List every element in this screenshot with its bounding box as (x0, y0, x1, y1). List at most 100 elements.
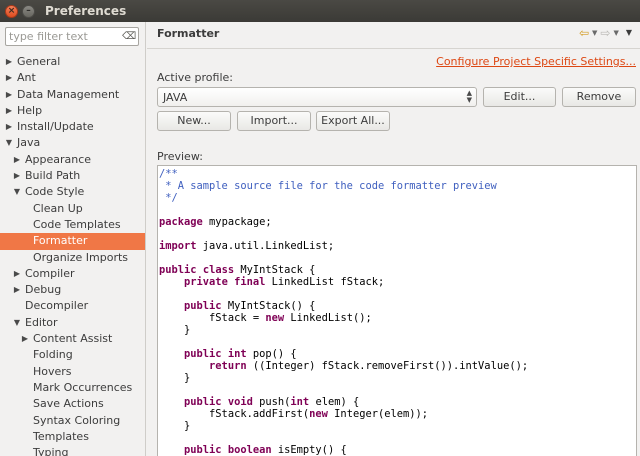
tree-item-java[interactable]: ▼ Java (0, 135, 145, 151)
tree-item-help[interactable]: ▶ Help (0, 103, 145, 119)
collapsed-arrow-icon[interactable]: ▶ (13, 282, 21, 298)
preferences-tree: ▶ General ▶ Ant ▶ Data Management ▶ Help ▶ Instal… (0, 54, 145, 456)
tree-item-label: Appearance (25, 152, 92, 166)
tree-item-content-assist[interactable]: ▶ Content Assist (0, 331, 145, 347)
remove-profile-button[interactable]: Remove (562, 87, 636, 107)
tree-item-code-templates[interactable]: Code Templates (0, 217, 145, 233)
tree-item-data-management[interactable]: ▶ Data Management (0, 87, 145, 103)
expanded-arrow-icon[interactable]: ▼ (5, 135, 13, 151)
filter-input[interactable] (9, 29, 121, 44)
view-menu-icon[interactable]: ▼ (626, 27, 632, 39)
tree-item-general[interactable]: ▶ General (0, 54, 145, 70)
code-token: private (184, 276, 228, 288)
tree-item-hovers[interactable]: Hovers (0, 364, 145, 380)
collapsed-arrow-icon[interactable]: ▶ (5, 119, 13, 135)
code-token: ((Integer) fStack.removeFirst()).intValu… (246, 360, 529, 372)
code-token: * A sample source file for the code form… (159, 180, 497, 192)
close-window-button[interactable]: × (5, 4, 18, 18)
tree-item-label: Content Assist (33, 332, 113, 346)
minimize-window-button[interactable]: – (22, 4, 35, 18)
code-preview-text: /** * A sample source file for the code … (159, 168, 528, 456)
code-token: /** (159, 168, 178, 180)
tree-item-build-path[interactable]: ▶ Build Path (0, 168, 145, 184)
collapsed-arrow-icon[interactable]: ▶ (21, 331, 29, 347)
collapsed-arrow-icon[interactable]: ▶ (5, 70, 13, 86)
back-arrow-icon[interactable]: ⇦ (579, 27, 589, 39)
code-token: class (202, 264, 235, 276)
code-line: return ((Integer) fStack.removeFirst()).… (159, 360, 528, 372)
tree-item-clean-up[interactable]: Clean Up (0, 201, 145, 217)
code-token: } (159, 372, 191, 384)
active-profile-select[interactable]: JAVA ▲ ▼ (157, 87, 477, 107)
tree-item-decompiler[interactable]: Decompiler (0, 298, 145, 314)
collapsed-arrow-icon[interactable]: ▶ (13, 168, 21, 184)
tree-item-debug[interactable]: ▶ Debug (0, 282, 145, 298)
tree-item-label: Ant (17, 71, 36, 85)
configure-project-settings-link[interactable]: Configure Project Specific Settings... (436, 55, 636, 68)
window-title: Preferences (45, 4, 127, 18)
code-token: new (265, 312, 285, 324)
expanded-arrow-icon[interactable]: ▼ (13, 184, 21, 200)
collapsed-arrow-icon[interactable]: ▶ (5, 54, 13, 70)
code-line: } (159, 372, 528, 384)
code-preview[interactable]: /** * A sample source file for the code … (157, 165, 637, 456)
import-profile-button[interactable]: Import... (237, 111, 311, 131)
tree-item-formatter[interactable]: Formatter (0, 233, 145, 250)
tree-item-label: Code Style (25, 185, 85, 199)
export-all-button[interactable]: Export All... (316, 111, 390, 131)
code-token: final (234, 276, 266, 288)
active-profile-value: JAVA (163, 91, 188, 104)
code-token: } (159, 324, 191, 336)
tree-item-label: Build Path (25, 169, 81, 183)
tree-item-label: Debug (25, 283, 62, 297)
collapsed-arrow-icon[interactable]: ▶ (13, 266, 21, 282)
select-arrows-icon: ▲ ▼ (466, 89, 472, 104)
tree-item-syntax-coloring[interactable]: Syntax Coloring (0, 413, 145, 429)
new-profile-button[interactable]: New... (157, 111, 231, 131)
tree-item-typing[interactable]: Typing (0, 445, 145, 456)
tree-item-label: Templates (33, 429, 89, 443)
back-history-dropdown-icon[interactable]: ▼ (592, 27, 597, 39)
tree-item-editor[interactable]: ▼ Editor (0, 315, 145, 331)
tree-item-label: Help (17, 103, 43, 117)
code-token: MyIntStack() { (221, 300, 316, 312)
tree-item-save-actions[interactable]: Save Actions (0, 396, 145, 412)
tree-item-templates[interactable]: Templates (0, 429, 145, 445)
tree-item-organize-imports[interactable]: Organize Imports (0, 250, 145, 266)
expanded-arrow-icon[interactable]: ▼ (13, 315, 21, 331)
collapsed-arrow-icon[interactable]: ▶ (13, 152, 21, 168)
code-token: */ (159, 192, 178, 204)
code-token: public (184, 300, 222, 312)
tree-item-label: Code Templates (33, 217, 121, 231)
tree-item-label: Save Actions (33, 397, 104, 411)
code-line: public boolean isEmpty() { (159, 444, 528, 456)
code-token: Integer(elem)); (327, 408, 429, 420)
forward-arrow-icon[interactable]: ⇨ (600, 27, 610, 39)
tree-item-code-style[interactable]: ▼ Code Style (0, 184, 145, 200)
tree-item-install-update[interactable]: ▶ Install/Update (0, 119, 145, 135)
tree-item-label: Install/Update (17, 120, 94, 134)
collapsed-arrow-icon[interactable]: ▶ (5, 103, 13, 119)
code-token: import (159, 240, 197, 252)
tree-item-label: Folding (33, 348, 73, 362)
clear-filter-icon[interactable]: ⌫ (122, 31, 136, 42)
tree-item-appearance[interactable]: ▶ Appearance (0, 152, 145, 168)
tree-item-ant[interactable]: ▶ Ant (0, 70, 145, 86)
tree-item-label: Compiler (25, 266, 75, 280)
edit-profile-button[interactable]: Edit... (483, 87, 556, 107)
tree-item-label: Mark Occurrences (33, 380, 133, 394)
code-line: fStack.addFirst(new Integer(elem)); (159, 408, 528, 420)
code-token: fStack = (159, 312, 266, 324)
forward-history-dropdown-icon[interactable]: ▼ (613, 27, 618, 39)
tree-item-compiler[interactable]: ▶ Compiler (0, 266, 145, 282)
active-profile-label: Active profile: (157, 71, 233, 84)
tree-item-mark-occurrences[interactable]: Mark Occurrences (0, 380, 145, 396)
code-token: fStack.addFirst( (159, 408, 310, 420)
collapsed-arrow-icon[interactable]: ▶ (5, 87, 13, 103)
tree-item-folding[interactable]: Folding (0, 347, 145, 363)
code-line: import java.util.LinkedList; (159, 240, 528, 252)
page-title: Formatter (157, 27, 220, 40)
